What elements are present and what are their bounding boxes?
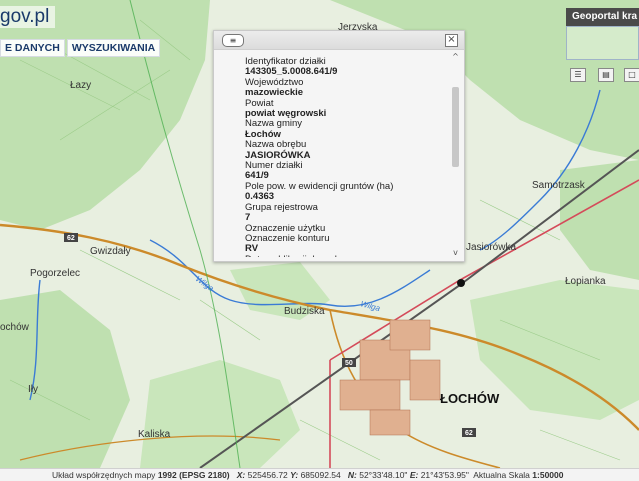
place-label: Pogorzelec: [30, 268, 80, 279]
fullscreen-icon[interactable]: □: [624, 68, 639, 82]
n-value: 52°33'48.10": [359, 470, 408, 480]
chevron-up-icon[interactable]: ^: [451, 53, 460, 61]
place-label: Jasiorówka: [466, 242, 516, 253]
field-label: Grupa rejestrowa: [245, 201, 318, 213]
chevron-down-icon[interactable]: v: [451, 249, 460, 257]
place-label: Samotrzask: [532, 180, 586, 191]
coord-system-value: 1992 (EPSG 2180): [157, 470, 230, 480]
overview-map[interactable]: [566, 26, 639, 60]
geoportal-badge: Geoportal kra: [566, 8, 639, 26]
road-number: 62: [465, 430, 473, 437]
n-label: N:: [347, 470, 357, 480]
site-logo: gov.pl: [0, 6, 56, 28]
popup-header: ≡ ×: [214, 31, 464, 50]
popup-content: Identyfikator działki 143305_5.0008.641/9…: [245, 57, 445, 257]
e-label: E:: [409, 470, 419, 480]
print-icon[interactable]: ▤: [598, 68, 614, 82]
scroll-thumb[interactable]: [452, 87, 459, 167]
scale-label: Aktualna Skala: [473, 470, 530, 480]
status-bar: Układ współrzędnych mapy 1992 (EPSG 2180…: [0, 468, 639, 481]
search-menu-button[interactable]: WYSZUKIWANIA: [66, 39, 161, 57]
place-label: Kaliska: [138, 429, 171, 440]
place-label: Iły: [28, 384, 38, 395]
place-label: ochów: [0, 322, 30, 333]
field-value: 7: [245, 212, 251, 224]
place-label: Łopianka: [565, 276, 606, 287]
data-menu-button[interactable]: E DANYCH: [0, 39, 65, 57]
popup-scrollbar[interactable]: ^ v: [451, 53, 460, 257]
field-label: Data publikacji danych: [245, 254, 445, 257]
coord-system-label: Układ współrzędnych mapy: [51, 470, 156, 480]
top-toolbar: E DANYCH WYSZUKIWANIA: [0, 39, 161, 57]
field-label: Numer działki: [245, 160, 303, 172]
y-value: 685092.54: [300, 470, 341, 480]
parcel-marker: [457, 279, 465, 287]
scale-value: 1:50000: [532, 470, 564, 480]
close-icon[interactable]: ×: [445, 34, 458, 47]
y-label: Y:: [290, 470, 299, 480]
field-label: Pole pow. w ewidencji gruntów (ha): [245, 180, 394, 192]
x-label: X:: [236, 470, 246, 480]
x-value: 525456.72: [247, 470, 288, 480]
road-number: 62: [67, 235, 75, 242]
menu-icon[interactable]: ≡: [222, 34, 244, 47]
field-label: Oznaczenie konturu: [245, 232, 330, 244]
town-label: ŁOCHÓW: [440, 391, 500, 406]
place-label: Budziska: [284, 306, 325, 317]
layers-icon[interactable]: ☰: [570, 68, 586, 82]
e-value: 21°43'53.95": [420, 470, 469, 480]
place-label: Łazy: [70, 80, 91, 91]
field-value: mazowieckie: [245, 87, 304, 99]
parcel-info-popup: ≡ × Identyfikator działki 143305_5.0008.6…: [213, 30, 465, 262]
road-number: 50: [345, 360, 353, 367]
place-label: Gwizdały: [90, 246, 131, 257]
